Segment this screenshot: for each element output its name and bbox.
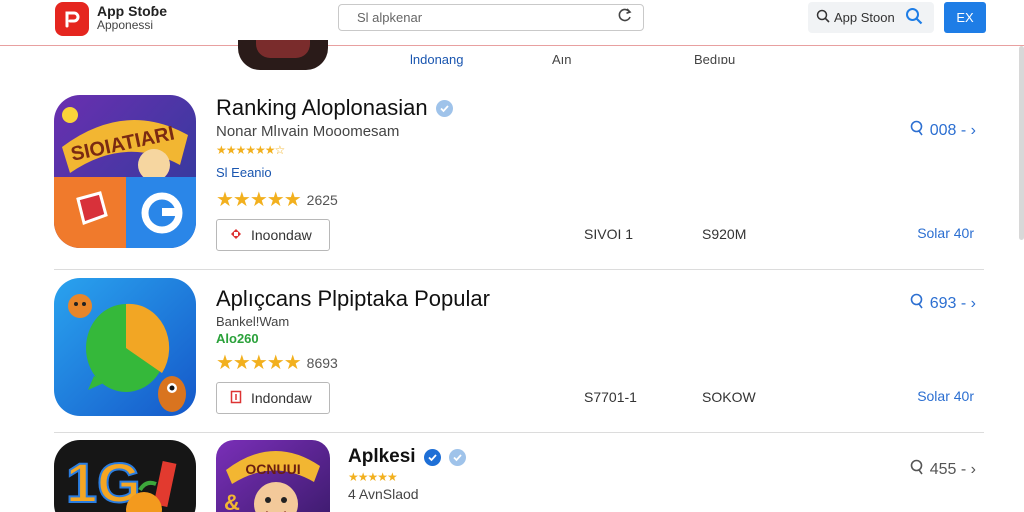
refresh-icon[interactable] [617, 7, 633, 28]
rank-value: 455 - › [929, 460, 976, 478]
subnav-tab-1[interactable]: lndonang [410, 52, 464, 67]
download-button[interactable]: Inoondaw [216, 219, 330, 251]
app-title-text: Aplkesi [348, 446, 416, 467]
rank-value: 693 - › [929, 294, 976, 312]
verified-badge-icon [423, 448, 441, 466]
small-rating-stars: ★★★★★★☆ [216, 143, 285, 157]
top-header: App Stoɓe Apponessi Sl alpkenar App Stoo… [0, 0, 1024, 46]
verified-badge-secondary-icon [448, 448, 466, 466]
app-stat-size: S920M [702, 226, 747, 242]
search-icon [816, 9, 830, 26]
rank-link[interactable]: 693 - › [910, 293, 976, 314]
divider [54, 432, 984, 433]
ex-button[interactable]: ΕΧ [944, 2, 986, 33]
download-button-label: Inoondaw [251, 227, 312, 243]
app-stat-version: SIVOI 1 [584, 226, 634, 242]
search-input[interactable]: Sl alpkenar [338, 4, 644, 31]
app-store-logo-icon[interactable] [55, 2, 89, 36]
app-icon-chat[interactable] [54, 278, 196, 416]
app-list-item[interactable]: 1G OCNUUI & Aplkesi ★★★★★ 4 AvnSlaod 455… [54, 440, 984, 512]
svg-text:OCNUUI: OCNUUI [245, 461, 300, 477]
search-placeholder: Sl alpkenar [357, 10, 423, 25]
app-subtitle: Bankel!Wam [216, 314, 290, 329]
rating-stars-glyphs: ★★★★★ [216, 352, 302, 374]
rank-search-icon [910, 459, 924, 480]
app-title[interactable]: Aplıçcans Plpiptaka Popular [216, 286, 490, 312]
download-button[interactable]: Indondaw [216, 382, 330, 414]
store-search-box[interactable]: App Stoon [808, 2, 934, 33]
solar-link[interactable]: Solar 40r [917, 388, 974, 404]
download-button-label: Indondaw [251, 390, 312, 406]
app-title[interactable]: Aplkesi [348, 446, 466, 468]
store-search-label: App Stoon [834, 10, 895, 25]
app-list-item[interactable]: SIOIATIARI Ranking Aloplonasian Nonar Ml… [54, 95, 984, 255]
app-category[interactable]: Alo260 [216, 331, 259, 346]
logo-text: App Stoɓe Apponessi [97, 4, 167, 32]
app-thumbnail[interactable]: OCNUUI & [216, 440, 330, 512]
rating-count: 2625 [306, 191, 338, 208]
solar-link[interactable]: Solar 40r [917, 225, 974, 241]
app-stat-size: SOKOW [702, 389, 756, 405]
download-icon [229, 227, 243, 244]
rank-link[interactable]: 455 - › [910, 459, 976, 480]
logo-subtitle: Apponessi [97, 18, 154, 32]
divider [54, 269, 984, 270]
verified-badge-icon [435, 99, 453, 117]
rank-search-icon [910, 293, 924, 314]
rank-search-icon [910, 120, 924, 141]
featured-app-icon-detail [256, 40, 310, 58]
app-subtitle: Nonar Mlıvain Mooomesam [216, 123, 400, 140]
small-rating-stars: ★★★★★ [348, 470, 398, 484]
download-icon [229, 390, 243, 407]
app-stat-version: S7701-1 [584, 389, 637, 405]
app-list-item[interactable]: Aplıçcans Plpiptaka Popular Bankel!Wam A… [54, 278, 984, 428]
scrollbar[interactable] [1019, 46, 1024, 240]
app-category[interactable]: Sl Eeanio [216, 165, 272, 180]
rank-value: 008 - › [929, 121, 976, 139]
featured-app-icon[interactable] [238, 40, 328, 70]
rating-stars: ★★★★★ 8693 [216, 350, 338, 375]
app-subtitle: 4 AvnSlaod [348, 486, 419, 502]
rating-stars-glyphs: ★★★★★ [216, 189, 302, 211]
search-blue-icon[interactable] [905, 7, 923, 28]
svg-text:&: & [224, 490, 240, 512]
rating-count: 8693 [306, 354, 338, 371]
logo-title: App Stoɓe [97, 3, 167, 19]
app-title-text: Ranking Aloplonasian [216, 95, 428, 120]
app-title[interactable]: Ranking Aloplonasian [216, 95, 453, 121]
subnav-tab-2[interactable]: Aın [552, 52, 572, 67]
app-icon-fruit[interactable]: 1G [54, 440, 196, 512]
app-icon-game[interactable]: SIOIATIARI [54, 95, 196, 248]
rating-stars: ★★★★★ 2625 [216, 187, 338, 212]
rank-link[interactable]: 008 - › [910, 120, 976, 141]
subnav-tab-3[interactable]: Βedıɒu [694, 52, 735, 67]
